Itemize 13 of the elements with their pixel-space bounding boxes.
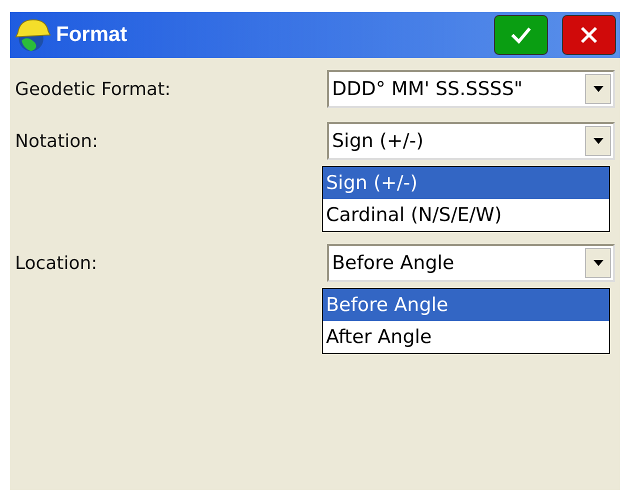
dropdown-field[interactable]: Before Angle [327, 244, 615, 282]
field-label: Notation: [14, 130, 100, 152]
dropdown-field[interactable]: Sign (+/-) [327, 122, 615, 160]
dropdown-option[interactable]: After Angle [323, 321, 609, 353]
field-label: Location: [14, 252, 98, 274]
dropdown-option[interactable]: Cardinal (N/S/E/W) [323, 199, 609, 231]
dropdown-option[interactable]: Before Angle [323, 289, 609, 321]
ok-button[interactable] [494, 15, 548, 55]
window-title: Format [56, 23, 128, 47]
dropdown-field[interactable]: DDD° MM' SS.SSSS" [327, 70, 615, 108]
close-button[interactable] [562, 15, 616, 55]
field-label: Geodetic Format: [14, 78, 172, 100]
dropdown-option[interactable]: Sign (+/-) [323, 167, 609, 199]
